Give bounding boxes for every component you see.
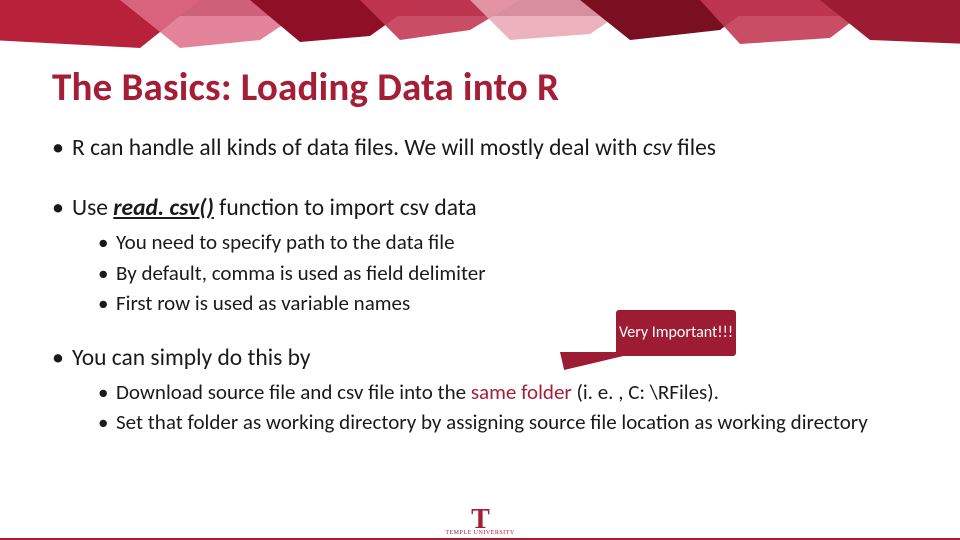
bullet-1-text-post: files <box>672 134 716 162</box>
bullet-2: Use read. csv() function to import csv d… <box>52 193 908 316</box>
bullet-3-sub-1-pre: Download source file and csv file into t… <box>116 379 471 405</box>
bullet-3-text: You can simply do this by <box>72 344 311 372</box>
bullet-1-em: csv <box>643 134 672 162</box>
bullet-2-text-post: function to import csv data <box>214 194 477 222</box>
slide-body: The Basics: Loading Data into R R can ha… <box>0 0 960 540</box>
bullet-3-sub-1: Download source file and csv file into t… <box>98 379 908 405</box>
bullet-3: You can simply do this by Download sourc… <box>52 343 908 436</box>
important-callout: Very Important!!! <box>616 310 736 356</box>
bullet-3-sub-2: Set that folder as working directory by … <box>98 409 908 435</box>
bullet-2-sub-2: By default, comma is used as field delim… <box>98 260 908 286</box>
bullet-3-sub-1-highlight: same folder <box>471 379 572 405</box>
logo-wordmark: TEMPLE UNIVERSITY <box>445 530 514 536</box>
important-callout-text: Very Important!!! <box>619 324 733 343</box>
bullet-list: R can handle all kinds of data files. We… <box>52 133 908 436</box>
slide-title: The Basics: Loading Data into R <box>52 64 908 111</box>
bullet-2-sublist: You need to specify path to the data fil… <box>72 229 908 316</box>
bullet-1-text-pre: R can handle all kinds of data files. We… <box>72 134 643 162</box>
bullet-2-fn: read. csv() <box>113 194 214 222</box>
bullet-2-sub-3: First row is used as variable names <box>98 290 908 316</box>
logo-mark: T <box>445 507 514 532</box>
footer-logo: T TEMPLE UNIVERSITY <box>445 507 514 536</box>
bullet-3-sublist: Download source file and csv file into t… <box>72 379 908 436</box>
important-callout-tail <box>554 352 640 370</box>
bullet-3-sub-1-post: (i. e. , C: \RFiles). <box>572 379 719 405</box>
bullet-2-text-pre: Use <box>72 194 113 222</box>
bullet-2-sub-1: You need to specify path to the data fil… <box>98 229 908 255</box>
bullet-1: R can handle all kinds of data files. We… <box>52 133 908 163</box>
